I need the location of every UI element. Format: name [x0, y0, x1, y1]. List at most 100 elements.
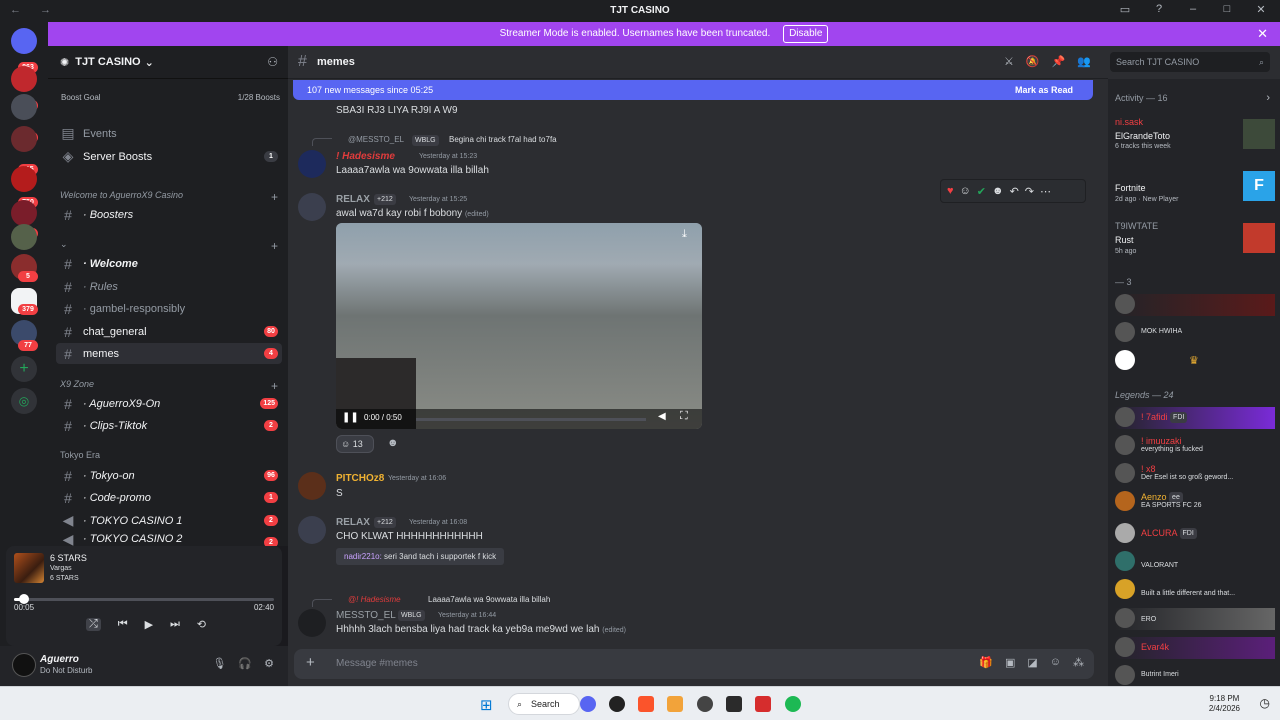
new-messages-bar[interactable]: 107 new messages since 05:25 Mark as Rea… — [293, 80, 1093, 100]
gift-icon[interactable]: 🎁 — [979, 656, 993, 669]
apps-icon[interactable]: ⁂ — [1073, 656, 1084, 669]
invite-icon[interactable]: ⚇ — [267, 55, 278, 69]
minimize-button[interactable]: – — [1184, 3, 1202, 16]
help-icon[interactable]: ? — [1150, 3, 1168, 16]
disable-streamer-button[interactable]: Disable — [783, 25, 829, 43]
member-row[interactable]: Built a little different and that... — [1115, 579, 1275, 601]
app-icon[interactable] — [609, 696, 625, 712]
avatar[interactable] — [298, 516, 326, 544]
laugh-reaction-icon[interactable]: ☺ — [960, 185, 971, 197]
mark-as-read-button[interactable]: Mark as Read — [1015, 80, 1073, 100]
home-icon[interactable] — [11, 28, 37, 54]
message-author[interactable]: RELAX — [336, 517, 370, 528]
channel-aguerro-on[interactable]: # · AguerroX9-On 125 — [56, 393, 282, 414]
channel-welcome[interactable]: # · Welcome — [56, 253, 282, 274]
spotify-icon[interactable] — [785, 696, 801, 712]
channel-memes[interactable]: # memes 4 — [56, 343, 282, 364]
system-clock[interactable]: 9:18 PM 2/4/2026 — [1209, 694, 1240, 714]
channel-chat-general[interactable]: # chat_general 80 — [56, 321, 282, 342]
app-icon[interactable] — [667, 696, 683, 712]
add-reaction-icon[interactable]: ☻ — [992, 185, 1004, 197]
message-composer[interactable]: + Message #memes 🎁 ▣ ◪ ☺ ⁂ — [294, 649, 1094, 679]
member-row[interactable]: ALCURA FDI — [1115, 523, 1275, 545]
more-icon[interactable]: ⋯ — [1040, 185, 1051, 198]
member-row[interactable]: ! 7afidi FDI — [1115, 407, 1275, 429]
attach-plus-icon[interactable]: + — [306, 654, 315, 671]
brave-icon[interactable] — [638, 696, 654, 712]
emoji-icon[interactable]: ☺ — [1050, 656, 1061, 669]
shuffle-icon[interactable]: ⤮ — [86, 618, 101, 631]
reply-user[interactable]: @! Hadesisme — [348, 595, 401, 604]
fullscreen-icon[interactable]: ⛶ — [680, 410, 688, 423]
message-author[interactable]: RELAX — [336, 194, 370, 205]
search-input[interactable]: Search TJT CASINO ⌕ — [1110, 52, 1270, 72]
check-reaction-icon[interactable]: ✔ — [977, 185, 986, 198]
channel-tokyo-on[interactable]: # · Tokyo-on 96 — [56, 465, 282, 486]
member-row[interactable]: MOK HWIHA — [1115, 322, 1275, 344]
threads-icon[interactable]: ⚔ — [1004, 55, 1014, 68]
server-icon[interactable] — [11, 224, 37, 250]
app-icon[interactable] — [697, 696, 713, 712]
add-server-icon[interactable]: + — [11, 356, 37, 382]
gif-icon[interactable]: ▣ — [1005, 656, 1015, 669]
member-row[interactable]: ERO — [1115, 608, 1275, 630]
windows-start-icon[interactable]: ⊞ — [480, 696, 493, 714]
server-icon[interactable] — [11, 66, 37, 92]
member-row[interactable]: ♛ — [1115, 350, 1275, 372]
server-icon[interactable] — [11, 94, 37, 120]
previous-icon[interactable]: ⏮ — [118, 618, 128, 631]
avatar[interactable] — [298, 193, 326, 221]
app-icon[interactable] — [726, 696, 742, 712]
create-channel-icon[interactable]: + — [271, 190, 278, 204]
create-channel-icon[interactable]: + — [271, 239, 278, 253]
discover-icon[interactable]: ◎ — [11, 388, 37, 414]
channel-rules[interactable]: # · Rules — [56, 276, 282, 297]
mute-bell-icon[interactable]: 🔕 — [1026, 55, 1040, 68]
reply-user[interactable]: @MESSTO_EL — [348, 135, 404, 144]
member-row[interactable]: ! imuuzaki everything is fucked — [1115, 435, 1275, 457]
volume-icon[interactable]: ◀ — [658, 411, 666, 422]
member-row[interactable]: Butrint Imeri — [1115, 665, 1275, 685]
channel-boosters[interactable]: # · Boosters — [56, 204, 282, 225]
chevron-right-icon[interactable]: › — [1266, 92, 1270, 104]
settings-gear-icon[interactable]: ⚙ — [264, 657, 274, 670]
close-window-button[interactable]: ✕ — [1252, 3, 1270, 16]
progress-bar[interactable] — [14, 598, 274, 601]
message-author[interactable]: MESSTO_EL — [336, 610, 396, 621]
taskbar-search[interactable]: ⌕ Search — [508, 693, 580, 715]
events-item[interactable]: ▤ Events — [56, 123, 282, 144]
microphone-icon[interactable]: 🎙 — [212, 657, 226, 670]
channel-clips-tiktok[interactable]: # · Clips-Tiktok 2 — [56, 415, 282, 436]
add-reaction-icon[interactable]: ☻ — [387, 437, 399, 449]
server-header[interactable]: ✺ TJT CASINO ⌄ ⚇ — [48, 46, 288, 79]
video-attachment[interactable]: ❚❚ 0:00 / 0:50 ◀ ⛶ ⤓ — [336, 223, 702, 429]
member-row[interactable]: ! x8 Der Esel ist so groß geword... — [1115, 463, 1275, 485]
channel-tokyo-casino[interactable]: ◀ · TOKYO CASINO 1 2 — [56, 510, 282, 531]
reaction-chip[interactable]: ☺ 13 — [336, 435, 374, 453]
maximize-button[interactable]: □ — [1218, 3, 1236, 16]
avatar[interactable] — [298, 150, 326, 178]
boost-goal[interactable]: Boost Goal 1/28 Boosts — [56, 90, 280, 106]
member-row[interactable]: VALORANT — [1115, 551, 1275, 573]
notification-icon[interactable]: ◷ — [1260, 696, 1270, 710]
reply-preview[interactable]: Begina chi track f7al had to7fa — [449, 135, 557, 144]
message-input[interactable]: Message #memes — [336, 658, 418, 669]
reply-preview[interactable]: Laaaa7awla wa 9owwata illa billah — [428, 595, 550, 604]
next-icon[interactable]: ⏭ — [170, 618, 180, 631]
avatar[interactable] — [298, 472, 326, 500]
pin-icon[interactable]: 📌 — [1052, 55, 1066, 68]
channel-gambel[interactable]: # · gambel-responsibly — [56, 298, 282, 319]
discord-app-icon[interactable] — [580, 696, 596, 712]
reply-icon[interactable]: ↶ — [1010, 185, 1019, 198]
activity-card[interactable]: Fortnite 2d ago · New Player F — [1115, 169, 1275, 209]
pause-icon[interactable]: ❚❚ — [342, 412, 359, 423]
activity-card[interactable]: T9IWTATE Rust 5h ago — [1115, 221, 1275, 261]
server-icon[interactable] — [11, 166, 37, 192]
message-author[interactable]: PITCHOz8 — [336, 473, 384, 484]
message-author[interactable]: ! Hadesisme — [336, 151, 395, 162]
create-channel-icon[interactable]: + — [271, 379, 278, 393]
avatar[interactable] — [298, 609, 326, 637]
video-seek-bar[interactable] — [416, 418, 646, 421]
play-icon[interactable]: ▶ — [145, 618, 153, 631]
sticker-icon[interactable]: ◪ — [1027, 656, 1037, 669]
